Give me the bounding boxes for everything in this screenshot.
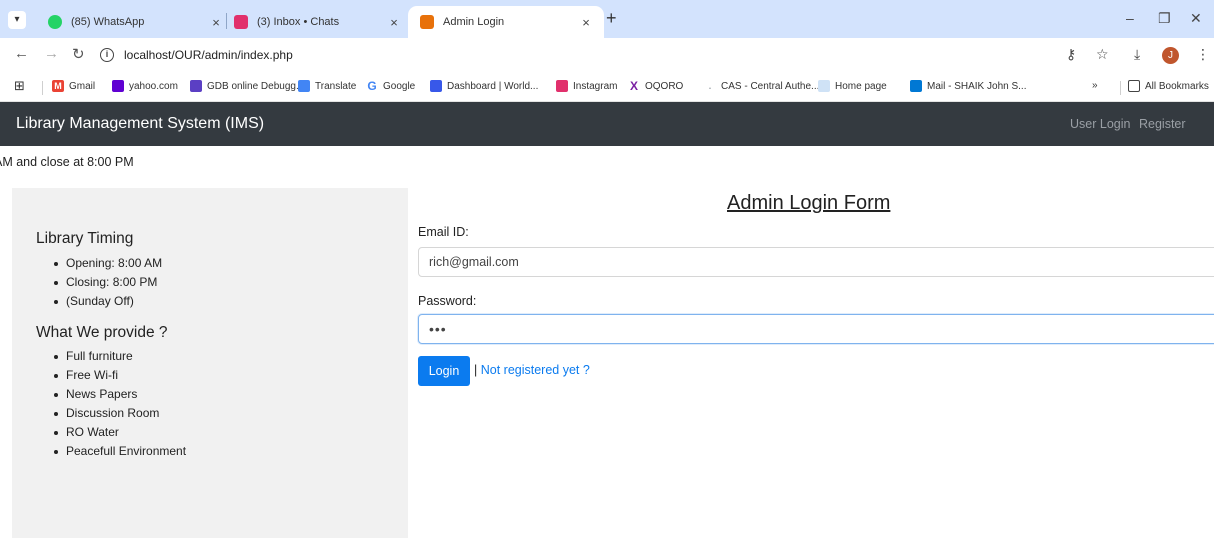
outlook-icon bbox=[910, 80, 922, 92]
nav-register[interactable]: Register bbox=[1139, 117, 1186, 131]
bookmark-divider bbox=[42, 81, 43, 95]
address-bar[interactable]: i localhost/OUR/admin/index.php bbox=[100, 43, 1140, 67]
bookmark-translate[interactable]: Translate bbox=[298, 80, 356, 92]
bookmark-label: yahoo.com bbox=[129, 80, 178, 92]
url-text[interactable]: localhost/OUR/admin/index.php bbox=[124, 48, 293, 62]
whatsapp-icon bbox=[48, 15, 62, 29]
nav-user-login[interactable]: User Login bbox=[1070, 117, 1130, 131]
list-item: (Sunday Off) bbox=[53, 292, 162, 311]
tab-search-icon[interactable]: ▾ bbox=[8, 11, 26, 29]
list-item: Discussion Room bbox=[53, 404, 186, 423]
close-icon[interactable]: × bbox=[576, 15, 596, 30]
not-registered-link[interactable]: Not registered yet ? bbox=[481, 363, 590, 377]
sidebar: Library Timing Opening: 8:00 AM Closing:… bbox=[12, 188, 408, 538]
bookmark-cas[interactable]: . CAS - Central Authe... bbox=[704, 80, 819, 92]
all-bookmarks-label: All Bookmarks bbox=[1145, 80, 1209, 92]
site-info-icon[interactable]: i bbox=[100, 48, 114, 62]
instagram-icon bbox=[556, 80, 568, 92]
apps-grid-icon[interactable]: ⊞ bbox=[14, 78, 25, 94]
bookmarks-bar: ⊞ M Gmail yahoo.com GDB online Debugg... … bbox=[0, 72, 1214, 102]
gdb-icon bbox=[190, 80, 202, 92]
bookmark-label: OQORO bbox=[645, 80, 684, 92]
list-item: Closing: 8:00 PM bbox=[53, 273, 162, 292]
cas-icon: . bbox=[704, 80, 716, 92]
site-brand[interactable]: Library Management System (IMS) bbox=[16, 115, 264, 133]
what-we-provide-heading: What We provide ? bbox=[36, 324, 168, 341]
site-navbar: Library Management System (IMS) User Log… bbox=[0, 102, 1214, 146]
tab-title: (85) WhatsApp bbox=[71, 16, 145, 28]
timing-marquee: AM and close at 8:00 PM bbox=[0, 155, 400, 169]
forward-icon[interactable]: → bbox=[44, 45, 59, 62]
close-icon[interactable]: × bbox=[384, 15, 404, 30]
download-icon[interactable]: ⤓ bbox=[1134, 46, 1140, 63]
register-prompt: | Not registered yet ? bbox=[474, 363, 590, 377]
password-label: Password: bbox=[418, 294, 477, 308]
bookmark-star-icon[interactable]: ☆ bbox=[1096, 46, 1109, 63]
password-key-icon[interactable]: ⚷ bbox=[1066, 46, 1076, 63]
bookmark-label: Instagram bbox=[573, 80, 618, 92]
yahoo-icon bbox=[112, 80, 124, 92]
tab-title: Admin Login bbox=[443, 16, 505, 28]
tab-instagram[interactable]: (3) Inbox • Chats × bbox=[222, 6, 412, 38]
email-label: Email ID: bbox=[418, 225, 469, 239]
bookmark-label: Gmail bbox=[69, 80, 96, 92]
homepage-icon bbox=[818, 80, 830, 92]
page-title: Admin Login Form bbox=[727, 192, 891, 214]
marquee-text: AM and close at 8:00 PM bbox=[0, 155, 134, 169]
bookmark-divider bbox=[1120, 81, 1121, 95]
bookmark-label: Translate bbox=[315, 80, 357, 92]
bookmark-label: CAS - Central Authe... bbox=[721, 80, 820, 92]
bookmark-google[interactable]: G Google bbox=[366, 80, 415, 92]
bookmark-instagram[interactable]: Instagram bbox=[556, 80, 617, 92]
list-item: Full furniture bbox=[53, 347, 186, 366]
password-field[interactable]: ••• bbox=[418, 314, 1214, 344]
list-item: Opening: 8:00 AM bbox=[53, 254, 162, 273]
all-bookmarks-button[interactable]: All Bookmarks bbox=[1128, 80, 1209, 92]
email-field[interactable] bbox=[418, 247, 1214, 277]
bookmark-label: GDB online Debugg... bbox=[207, 80, 305, 92]
site-icon bbox=[420, 15, 434, 29]
translate-icon bbox=[298, 80, 310, 92]
minimize-icon[interactable]: – bbox=[1126, 10, 1134, 26]
tab-whatsapp[interactable]: (85) WhatsApp × bbox=[36, 6, 234, 38]
bookmark-mail[interactable]: Mail - SHAIK John S... bbox=[910, 80, 1026, 92]
list-item: News Papers bbox=[53, 385, 186, 404]
login-button[interactable]: Login bbox=[418, 356, 470, 386]
gmail-icon: M bbox=[52, 80, 64, 92]
bookmark-oqoro[interactable]: X OQORO bbox=[628, 80, 683, 92]
browser-toolbar: ← → ↻ i localhost/OUR/admin/index.php ⚷ … bbox=[0, 38, 1214, 72]
bookmark-dashboard[interactable]: Dashboard | World... bbox=[430, 80, 538, 92]
timing-list: Opening: 8:00 AM Closing: 8:00 PM (Sunda… bbox=[53, 254, 162, 311]
folder-icon bbox=[1128, 80, 1140, 92]
instagram-icon bbox=[234, 15, 248, 29]
bookmark-homepage[interactable]: Home page bbox=[818, 80, 887, 92]
library-timing-heading: Library Timing bbox=[36, 230, 134, 247]
bookmark-label: Mail - SHAIK John S... bbox=[927, 80, 1027, 92]
restore-icon[interactable]: ❐ bbox=[1158, 10, 1171, 27]
oqoro-icon: X bbox=[628, 79, 640, 93]
wordpress-icon bbox=[430, 80, 442, 92]
reload-icon[interactable]: ↻ bbox=[72, 45, 85, 63]
list-item: Free Wi-fi bbox=[53, 366, 186, 385]
list-item: RO Water bbox=[53, 423, 186, 442]
bookmark-yahoo[interactable]: yahoo.com bbox=[112, 80, 178, 92]
back-icon[interactable]: ← bbox=[14, 45, 29, 62]
tab-title: (3) Inbox • Chats bbox=[257, 16, 340, 28]
bookmark-label: Dashboard | World... bbox=[447, 80, 539, 92]
bookmarks-overflow-icon[interactable]: » bbox=[1092, 80, 1098, 91]
separator: | bbox=[474, 363, 478, 377]
bookmark-gmail[interactable]: M Gmail bbox=[52, 80, 95, 92]
new-tab-icon[interactable]: + bbox=[606, 8, 617, 29]
tab-admin-login[interactable]: Admin Login × bbox=[408, 6, 604, 38]
profile-avatar[interactable]: J bbox=[1162, 47, 1179, 64]
list-item: Peacefull Environment bbox=[53, 442, 186, 461]
window-close-icon[interactable]: ✕ bbox=[1190, 10, 1202, 27]
google-icon: G bbox=[366, 79, 378, 93]
bookmark-gdb[interactable]: GDB online Debugg... bbox=[190, 80, 304, 92]
bookmark-label: Google bbox=[383, 80, 416, 92]
provide-list: Full furniture Free Wi-fi News Papers Di… bbox=[53, 347, 186, 461]
browser-tabstrip: ▾ (85) WhatsApp × (3) Inbox • Chats × Ad… bbox=[0, 0, 1214, 38]
bookmark-label: Home page bbox=[835, 80, 887, 92]
menu-dots-icon[interactable]: ⋮ bbox=[1196, 46, 1210, 63]
